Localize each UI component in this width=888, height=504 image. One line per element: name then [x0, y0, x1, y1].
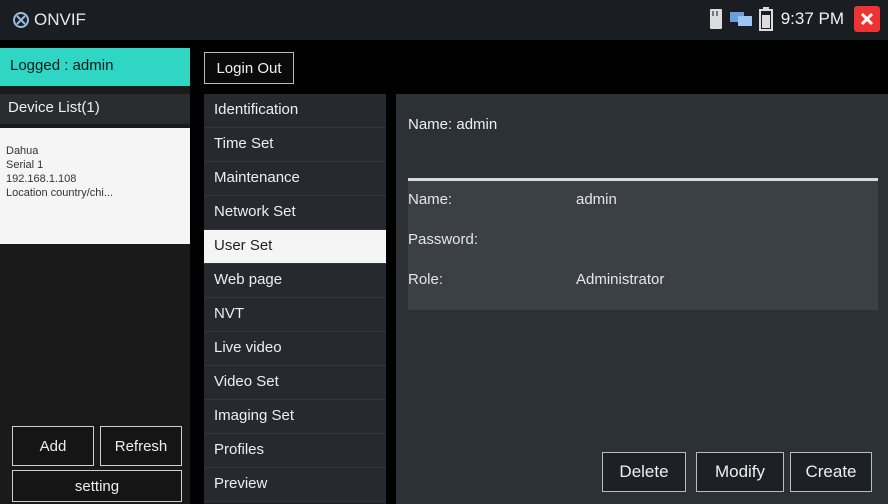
name-label: Name:	[408, 191, 453, 208]
sd-card-icon	[709, 9, 722, 29]
device-ip: 192.168.1.108	[6, 173, 77, 185]
menu-item-preview[interactable]: Preview	[204, 468, 386, 502]
create-button[interactable]: Create	[790, 452, 872, 492]
device-location: Location country/chi...	[6, 187, 114, 199]
role-label: Role:	[408, 271, 444, 288]
clock: 9:37 PM	[780, 9, 844, 28]
add-button[interactable]: Add	[12, 426, 94, 466]
menu-item-nvt[interactable]: NVT	[204, 298, 386, 332]
network-icon	[729, 12, 752, 26]
delete-button[interactable]: Delete	[602, 452, 686, 492]
title-bar: ONVIF 9:37 PM	[0, 0, 888, 40]
menu-item-web-page[interactable]: Web page	[204, 264, 386, 298]
name-value: admin	[576, 191, 617, 208]
menu-item-time-set[interactable]: Time Set	[204, 128, 386, 162]
menu-item-imaging-set[interactable]: Imaging Set	[204, 400, 386, 434]
menu-item-video-set[interactable]: Video Set	[204, 366, 386, 400]
menu-item-user-set[interactable]: User Set	[204, 230, 386, 264]
login-out-button[interactable]: Login Out	[204, 52, 294, 84]
menu-item-maintenance[interactable]: Maintenance	[204, 162, 386, 196]
device-serial: Serial 1	[6, 159, 44, 171]
battery-icon	[758, 7, 773, 31]
menu-item-identification[interactable]: Identification	[204, 94, 386, 128]
app-title: ONVIF	[12, 10, 86, 30]
user-name-header: Name: admin	[408, 116, 498, 133]
password-label: Password:	[408, 231, 479, 248]
close-button[interactable]	[854, 6, 880, 32]
menu-item-profiles[interactable]: Profiles	[204, 434, 386, 468]
settings-menu: Identification Time Set Maintenance Netw…	[204, 94, 386, 504]
role-value: Administrator	[576, 271, 665, 288]
modify-button[interactable]: Modify	[696, 452, 784, 492]
device-card[interactable]: Dahua Serial 1 192.168.1.108 Location co…	[0, 128, 190, 244]
user-detail-table[interactable]: Name: admin Password: Role: Administrato…	[408, 178, 878, 310]
menu-item-network-set[interactable]: Network Set	[204, 196, 386, 230]
user-set-panel: Name: admin Name: admin Password: Role: …	[396, 94, 888, 504]
status-area: 9:37 PM	[709, 6, 880, 32]
menu-item-live-video[interactable]: Live video	[204, 332, 386, 366]
logged-status: Logged : admin	[0, 48, 190, 86]
device-list-header[interactable]: Device List(1)	[0, 94, 190, 124]
refresh-button[interactable]: Refresh	[100, 426, 182, 466]
device-name: Dahua	[6, 145, 39, 157]
onvif-logo-icon	[13, 12, 29, 28]
app-title-label: ONVIF	[34, 10, 86, 29]
left-panel: Logged : admin Device List(1) Dahua Seri…	[0, 48, 190, 504]
setting-button[interactable]: setting	[12, 470, 182, 502]
close-icon	[860, 12, 874, 26]
